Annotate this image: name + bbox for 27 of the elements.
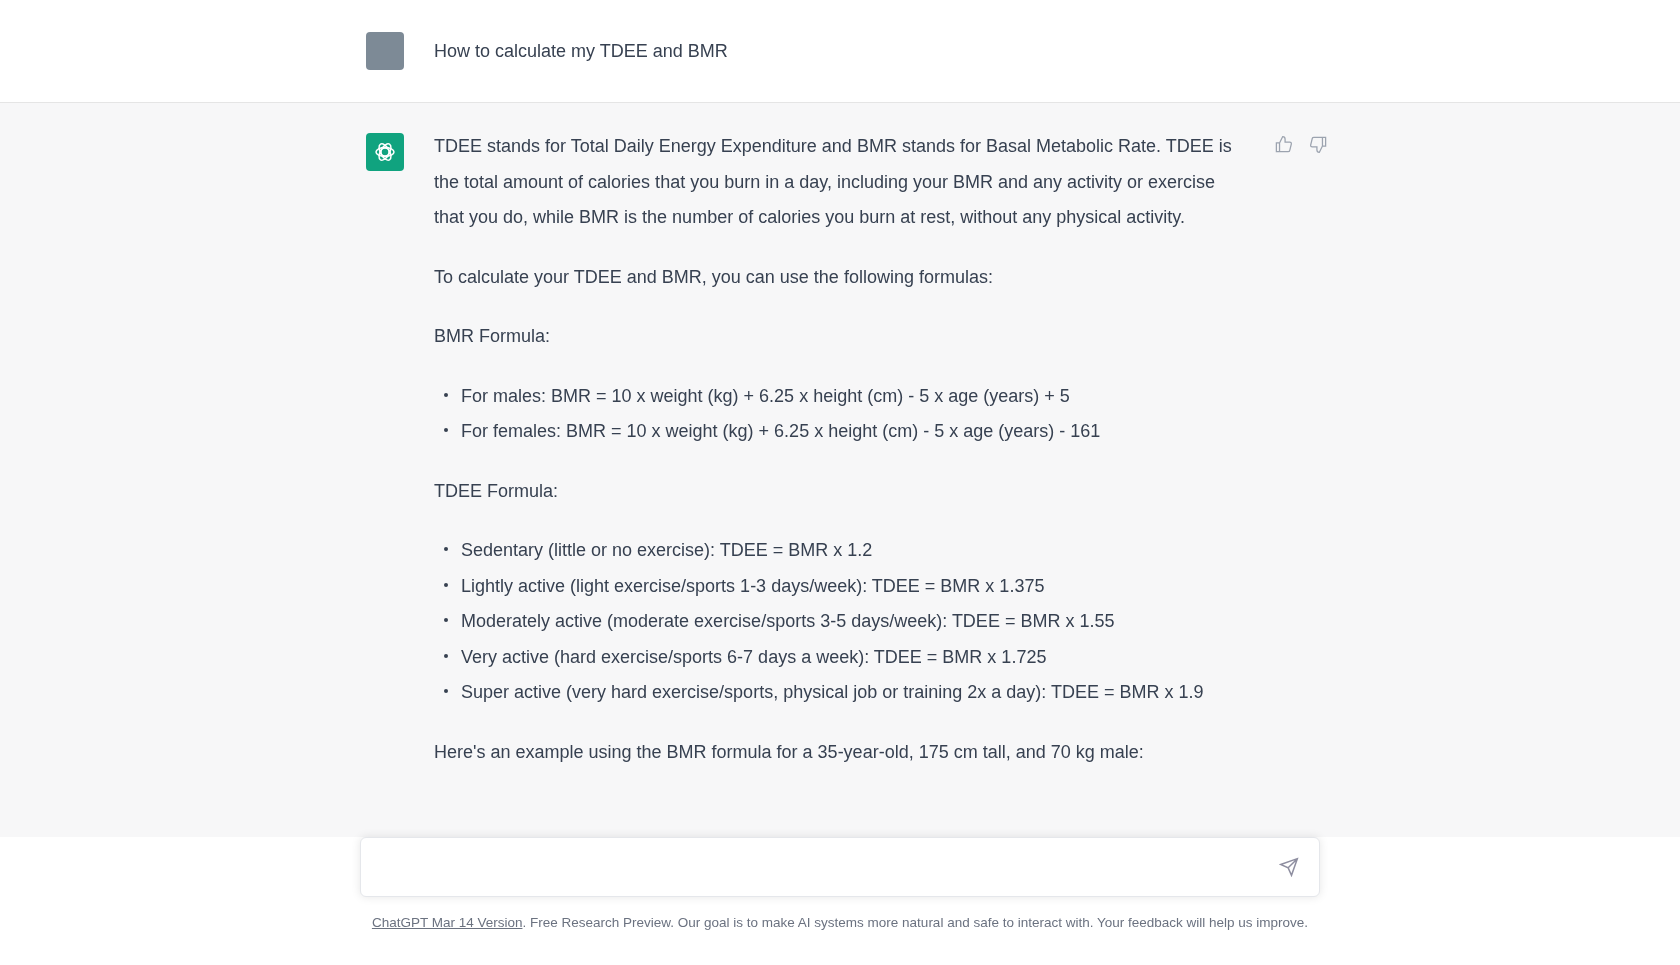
avatar-placeholder <box>366 32 404 70</box>
assistant-logo-icon <box>366 133 404 171</box>
list-item: For males: BMR = 10 x weight (kg) + 6.25 x height (cm) - 5 x age (years) + 5 <box>461 384 1070 408</box>
thumbs-down-icon[interactable] <box>1309 135 1328 154</box>
answer-paragraph: BMR Formula: <box>434 325 551 348</box>
answer-paragraph: TDEE stands for Total Daily Energy Expenditure and BMR stands for Basal Metabolic Rate. TDEE is the total amount of calories that you burn in a day, including your BMR and any activity or exercise that you do, while BMR is the number of calories you burn at rest, without any physical activity. <box>434 135 1233 229</box>
list-item: Lightly active (light exercise/sports 1-3 days/week): TDEE = BMR x 1.375 <box>461 574 1045 598</box>
answer-paragraph: TDEE Formula: <box>434 479 560 503</box>
bullet-icon <box>444 582 448 587</box>
bullet-icon <box>444 618 448 622</box>
bullet-icon <box>444 689 448 693</box>
send-icon[interactable] <box>1279 857 1299 877</box>
bullet-icon <box>444 428 448 432</box>
thumbs-up-icon[interactable] <box>1274 135 1293 154</box>
list-item: Very active (hard exercise/sports 6-7 days a week): TDEE = BMR x 1.725 <box>461 645 1047 669</box>
answer-paragraph: To calculate your TDEE and BMR, you can use the following formulas: <box>434 265 994 289</box>
list-item: Super active (very hard exercise/sports, physical job or training 2x a day): TDEE = BMR x 1.9 <box>461 681 1204 704</box>
list-item: For females: BMR = 10 x weight (kg) + 6.25 x height (cm) - 5 x age (years) - 161 <box>461 420 1101 443</box>
message-input-field[interactable] <box>360 837 1320 897</box>
question-text: How to calculate my TDEE and BMR <box>434 39 728 63</box>
bullet-icon <box>444 392 448 397</box>
list-item: Moderately active (moderate exercise/sports 3-5 days/week): TDEE = BMR x 1.55 <box>461 610 1115 633</box>
bullet-icon <box>444 653 448 658</box>
list-item: Sedentary (little or no exercise): TDEE = BMR x 1.2 <box>461 539 873 562</box>
footer-text: . Free Research Preview. Our goal is to make AI systems more natural and safe to interact with. Your feedback will help us improve. <box>522 915 1309 930</box>
answer-paragraph: Here's an example using the BMR formula for a 35-year-old, 175 cm tall, and 70 kg male: <box>434 740 1145 764</box>
bullet-icon <box>444 547 448 551</box>
